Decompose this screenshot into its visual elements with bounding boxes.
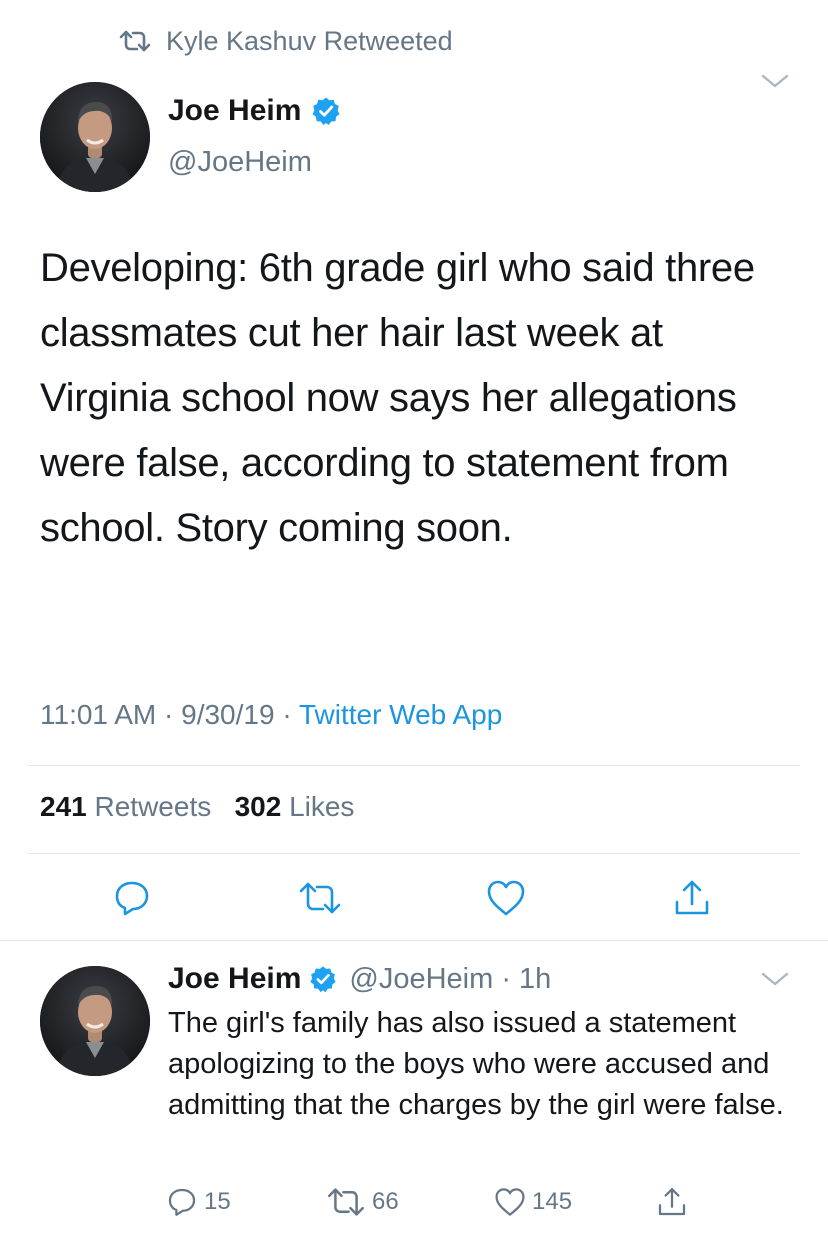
reply-time: 1h xyxy=(519,962,552,995)
author-name[interactable]: Joe Heim xyxy=(168,94,301,128)
reply-icon xyxy=(115,881,149,916)
retweeted-by-text: Kyle Kashuv Retweeted xyxy=(166,25,453,56)
tweet-date: 9/30/19 xyxy=(181,699,275,730)
chevron-down-icon[interactable] xyxy=(758,968,792,990)
divider xyxy=(28,853,800,854)
share-button[interactable] xyxy=(670,876,714,920)
retweet-count: 66 xyxy=(372,1188,399,1215)
reply-icon xyxy=(168,1188,196,1216)
meta-separator: · xyxy=(274,699,299,730)
tweet-text: Developing: 6th grade girl who said thre… xyxy=(40,246,755,550)
like-button[interactable] xyxy=(484,876,528,920)
meta-separator: · xyxy=(156,699,182,730)
like-icon xyxy=(495,1188,525,1216)
retweet-button[interactable] xyxy=(298,876,342,920)
retweet-icon xyxy=(327,1188,364,1216)
verified-badge-icon xyxy=(310,966,336,993)
author-block[interactable]: Joe Heim @JoeHeim xyxy=(168,94,341,179)
retweet-icon xyxy=(119,30,151,52)
time-separator: · xyxy=(493,962,520,995)
reply-header: Joe Heim @JoeHeim · 1h xyxy=(168,962,551,996)
reply-button[interactable] xyxy=(110,876,154,920)
reply-author-name[interactable]: Joe Heim xyxy=(168,962,301,996)
avatar-image xyxy=(40,82,150,192)
verified-badge-icon xyxy=(312,97,340,125)
like-icon xyxy=(487,880,525,916)
tweet-source-link[interactable]: Twitter Web App xyxy=(299,699,502,730)
engagement-stats: 241 Retweets 302 Likes xyxy=(40,791,354,823)
share-icon xyxy=(658,1188,686,1216)
tweet-time: 11:01 AM xyxy=(40,699,157,730)
reply-like-button[interactable]: 145 xyxy=(494,1182,572,1222)
share-icon xyxy=(675,880,709,915)
tweet-meta: 11:01 AM · 9/30/19 · Twitter Web App xyxy=(40,699,502,731)
reply-count: 15 xyxy=(204,1188,231,1215)
retweets-label: Retweets xyxy=(94,791,212,822)
author-avatar[interactable] xyxy=(40,82,150,192)
chevron-down-icon[interactable] xyxy=(758,70,792,92)
reply-author-avatar[interactable] xyxy=(40,966,150,1076)
likes-label: Likes xyxy=(289,791,355,822)
reply-reply-button[interactable]: 15 xyxy=(166,1182,231,1222)
likes-stat[interactable]: 302 Likes xyxy=(235,791,355,822)
divider xyxy=(28,765,800,766)
reply-tweet-text: The girl's family has also issued a stat… xyxy=(168,1007,784,1121)
reply-retweet-button[interactable]: 66 xyxy=(326,1182,399,1222)
retweet-icon xyxy=(299,882,341,914)
avatar-image xyxy=(40,966,150,1076)
like-count: 145 xyxy=(532,1188,573,1215)
retweets-count: 241 xyxy=(40,791,87,822)
reply-author-handle[interactable]: @JoeHeim · 1h xyxy=(349,963,551,996)
retweeted-by-row[interactable]: Kyle Kashuv Retweeted xyxy=(118,24,453,58)
retweets-stat[interactable]: 241 Retweets xyxy=(40,791,211,822)
author-handle[interactable]: @JoeHeim xyxy=(168,146,341,179)
reply-share-button[interactable] xyxy=(656,1182,688,1222)
divider xyxy=(0,940,828,941)
likes-count: 302 xyxy=(234,791,282,822)
